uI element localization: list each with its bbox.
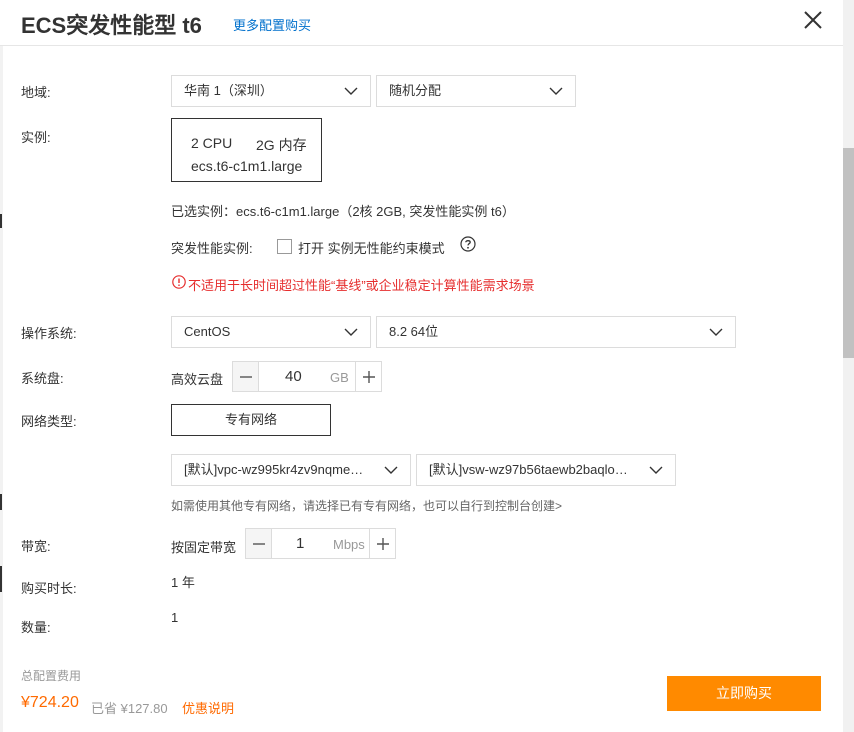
instance-card[interactable]: 2 CPU 2G 内存 ecs.t6-c1m1.large	[171, 118, 322, 182]
region-select-value: 华南 1（深圳）	[184, 83, 273, 98]
region-label: 地域:	[21, 85, 51, 100]
os-version-select[interactable]: 8.2 64位	[376, 316, 736, 348]
bandwidth-stepper[interactable]: 1 Mbps	[245, 528, 396, 559]
background-edge-mark	[0, 566, 2, 592]
dialog-title: ECS突发性能型 t6	[21, 13, 202, 38]
duration-label: 购买时长:	[21, 581, 77, 596]
vswitch-select[interactable]: [默认]vsw-wz97b56taewb2baqlo…	[416, 454, 676, 486]
plus-icon	[377, 538, 389, 550]
chevron-down-icon	[649, 466, 663, 474]
bandwidth-unit: Mbps	[333, 537, 365, 552]
close-icon[interactable]	[801, 8, 825, 32]
region-select[interactable]: 华南 1（深圳）	[171, 75, 371, 107]
minus-icon	[240, 376, 252, 378]
unlimited-mode-checkbox[interactable]	[277, 239, 292, 254]
disk-increase-button[interactable]	[355, 362, 381, 391]
warning-text: 不适用于长时间超过性能“基线”或企业稳定计算性能需求场景	[188, 278, 535, 293]
duration-value: 1 年	[171, 575, 195, 590]
network-hint-link[interactable]: 如需使用其他专有网络，请选择已有专有网络，也可以自行到控制台创建>	[171, 497, 562, 514]
bandwidth-decrease-button[interactable]	[246, 529, 272, 558]
saved-amount: 已省 ¥127.80	[91, 701, 168, 716]
bandwidth-label: 带宽:	[21, 539, 51, 554]
instance-memory: 2G 内存	[256, 137, 307, 153]
unlimited-mode-label[interactable]: 打开 实例无性能约束模式	[298, 238, 445, 257]
minus-icon	[253, 543, 265, 545]
instance-cpu: 2 CPU	[191, 135, 233, 151]
chevron-down-icon	[344, 328, 358, 336]
network-type-label: 网络类型:	[21, 414, 77, 429]
zone-select-value: 随机分配	[389, 83, 442, 98]
promo-info-link[interactable]: 优惠说明	[182, 698, 234, 717]
instance-label: 实例:	[21, 130, 51, 145]
bandwidth-increase-button[interactable]	[369, 529, 395, 558]
background-edge-mark	[0, 214, 2, 228]
chevron-down-icon	[384, 466, 398, 474]
bandwidth-mode: 按固定带宽	[171, 540, 237, 555]
scrollbar-thumb[interactable]	[843, 148, 854, 358]
os-select[interactable]: CentOS	[171, 316, 371, 348]
vpc-network-button[interactable]: 专有网络	[171, 404, 331, 436]
vpc-select-value: [默认]vpc-wz995kr4zv9nqme…	[184, 462, 364, 477]
quantity-label: 数量:	[21, 620, 51, 635]
os-label: 操作系统:	[21, 326, 77, 341]
disk-size-unit: GB	[330, 370, 349, 385]
instance-spec: ecs.t6-c1m1.large	[191, 158, 303, 174]
page-edge	[0, 0, 3, 732]
dialog-header: ECS突发性能型 t6 更多配置购买	[0, 0, 843, 46]
disk-size-stepper[interactable]: 40 GB	[232, 361, 382, 392]
more-config-link[interactable]: 更多配置购买	[233, 15, 311, 34]
scrollbar-track[interactable]	[843, 0, 854, 732]
vpc-select[interactable]: [默认]vpc-wz995kr4zv9nqme…	[171, 454, 411, 486]
plus-icon	[363, 371, 375, 383]
question-circle-icon[interactable]	[460, 236, 476, 252]
quantity-value: 1	[171, 610, 179, 625]
os-select-value: CentOS	[184, 324, 231, 339]
total-price: ¥724.20	[21, 694, 79, 711]
selected-instance-text: 已选实例：ecs.t6-c1m1.large（2核 2GB, 突发性能实例 t6…	[171, 204, 515, 219]
disk-type: 高效云盘	[171, 372, 224, 387]
exclamation-circle-icon	[172, 275, 186, 289]
total-cost-label: 总配置费用	[21, 669, 82, 683]
buy-now-button[interactable]: 立即购买	[667, 676, 821, 711]
bandwidth-value[interactable]: 1	[296, 535, 304, 552]
chevron-down-icon	[709, 328, 723, 336]
disk-decrease-button[interactable]	[233, 362, 259, 391]
burst-performance-label: 突发性能实例:	[171, 241, 253, 256]
chevron-down-icon	[344, 87, 358, 95]
system-disk-label: 系统盘:	[21, 371, 64, 386]
vswitch-select-value: [默认]vsw-wz97b56taewb2baqlo…	[429, 462, 628, 477]
disk-size-value[interactable]: 40	[285, 368, 302, 385]
background-edge-mark	[0, 494, 2, 510]
os-version-value: 8.2 64位	[389, 324, 439, 339]
zone-select[interactable]: 随机分配	[376, 75, 576, 107]
chevron-down-icon	[549, 87, 563, 95]
